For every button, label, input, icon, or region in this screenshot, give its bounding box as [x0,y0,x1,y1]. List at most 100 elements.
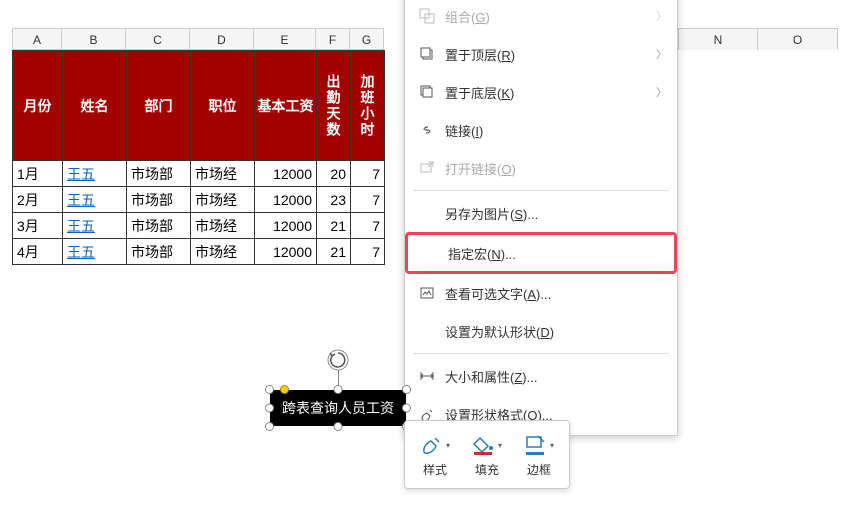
menu-label: 置于底层(K) [445,83,656,102]
col-B[interactable]: B [62,28,126,49]
menu-label: 大小和属性(Z)... [445,367,667,386]
cell[interactable]: 4月 [13,239,63,265]
style-icon: ▾ [420,431,450,459]
col-O[interactable]: O [758,28,838,50]
fill-icon: ▾ [472,431,502,459]
cell[interactable]: 12000 [255,213,317,239]
cell[interactable]: 12000 [255,187,317,213]
menu-label: 打开链接(O) [445,159,667,178]
cell[interactable]: 7 [351,161,385,187]
toolbar-label: 边框 [527,461,551,478]
send-back-icon [415,84,439,100]
size-icon [415,368,439,384]
resize-handle[interactable] [402,385,411,394]
cell-link[interactable]: 王五 [63,161,127,187]
cell[interactable]: 市场部 [127,161,191,187]
menu-alt-text[interactable]: 查看可选文字(A)... [405,274,677,312]
adjust-handle[interactable] [280,385,289,394]
resize-handle[interactable] [265,385,274,394]
menu-label: 另存为图片(S)... [445,204,667,223]
menu-bring-to-front[interactable]: 置于顶层(R) 〉 [405,35,677,73]
cell[interactable]: 市场经 [191,213,255,239]
context-menu: 组合(G) 〉 置于顶层(R) 〉 置于底层(K) 〉 链接(I) 打开链接(O… [404,0,678,436]
cell[interactable]: 市场部 [127,213,191,239]
menu-save-as-picture[interactable]: 另存为图片(S)... [405,194,677,232]
rotate-handle-icon[interactable] [326,348,350,372]
cell-link[interactable]: 王五 [63,213,127,239]
cell[interactable]: 12000 [255,161,317,187]
th-dept: 部门 [127,51,191,161]
resize-handle[interactable] [402,404,411,413]
cell[interactable]: 市场部 [127,239,191,265]
data-table: 月份 姓名 部门 职位 基本工资 出勤天数 加班小时 1月 王五 市场部 市场经… [12,50,385,265]
combine-icon [415,8,439,24]
resize-handle[interactable] [334,422,343,431]
cell[interactable]: 21 [317,213,351,239]
menu-label: 组合(G) [445,7,656,26]
menu-label: 链接(I) [445,121,667,140]
menu-send-to-back[interactable]: 置于底层(K) 〉 [405,73,677,111]
cell[interactable]: 7 [351,239,385,265]
toolbar-fill[interactable]: ▾ 填充 [463,427,511,482]
toolbar-style[interactable]: ▾ 样式 [411,427,459,482]
table-body: 1月 王五 市场部 市场经 12000 20 7 2月 王五 市场部 市场经 1… [13,161,385,265]
col-N[interactable]: N [678,28,758,50]
alt-text-icon [415,285,439,301]
table-row[interactable]: 3月 王五 市场部 市场经 12000 21 7 [13,213,385,239]
toolbar-label: 样式 [423,461,447,478]
open-link-icon [415,160,439,176]
menu-assign-macro[interactable]: 指定宏(N)... [405,232,677,274]
cell-link[interactable]: 王五 [63,187,127,213]
toolbar-label: 填充 [475,461,499,478]
menu-default-shape[interactable]: 设置为默认形状(D) [405,312,677,350]
menu-size-properties[interactable]: 大小和属性(Z)... [405,357,677,395]
th-pos: 职位 [191,51,255,161]
menu-open-link: 打开链接(O) [405,149,677,187]
cell[interactable]: 7 [351,187,385,213]
table-row[interactable]: 2月 王五 市场部 市场经 12000 23 7 [13,187,385,213]
chevron-right-icon: 〉 [656,84,667,100]
col-C[interactable]: C [126,28,190,49]
cell[interactable]: 1月 [13,161,63,187]
table-row[interactable]: 4月 王五 市场部 市场经 12000 21 7 [13,239,385,265]
toolbar-border[interactable]: ▾ 边框 [515,427,563,482]
cell[interactable]: 12000 [255,239,317,265]
menu-label: 置于顶层(R) [445,45,656,64]
cell[interactable]: 7 [351,213,385,239]
cell[interactable]: 2月 [13,187,63,213]
cell[interactable]: 市场经 [191,161,255,187]
cell[interactable]: 3月 [13,213,63,239]
cell[interactable]: 20 [317,161,351,187]
menu-separator [413,190,669,191]
mini-toolbar: ▾ 样式 ▾ 填充 ▾ 边框 [404,420,570,489]
chevron-right-icon: 〉 [656,8,667,24]
chevron-down-icon: ▾ [498,441,502,450]
menu-link[interactable]: 链接(I) [405,111,677,149]
shape-box[interactable]: 跨表查询人员工资 [270,390,406,426]
th-month: 月份 [13,51,63,161]
selected-shape[interactable]: 跨表查询人员工资 [270,390,406,426]
th-base: 基本工资 [255,51,317,161]
menu-combine: 组合(G) 〉 [405,0,677,35]
th-ot: 加班小时 [351,51,385,161]
col-F[interactable]: F [316,28,350,49]
table-row[interactable]: 1月 王五 市场部 市场经 12000 20 7 [13,161,385,187]
cell[interactable]: 21 [317,239,351,265]
extra-column-headers: N O [678,28,838,50]
chevron-right-icon: 〉 [656,46,667,62]
col-A[interactable]: A [12,28,62,49]
col-D[interactable]: D [190,28,254,49]
cell[interactable]: 市场经 [191,239,255,265]
cell-link[interactable]: 王五 [63,239,127,265]
menu-label: 指定宏(N)... [448,244,664,263]
resize-handle[interactable] [334,385,343,394]
resize-handle[interactable] [265,422,274,431]
resize-handle[interactable] [265,404,274,413]
col-G[interactable]: G [350,28,384,49]
menu-label: 查看可选文字(A)... [445,284,667,303]
cell[interactable]: 市场部 [127,187,191,213]
cell[interactable]: 市场经 [191,187,255,213]
cell[interactable]: 23 [317,187,351,213]
col-E[interactable]: E [254,28,316,49]
menu-separator [413,353,669,354]
